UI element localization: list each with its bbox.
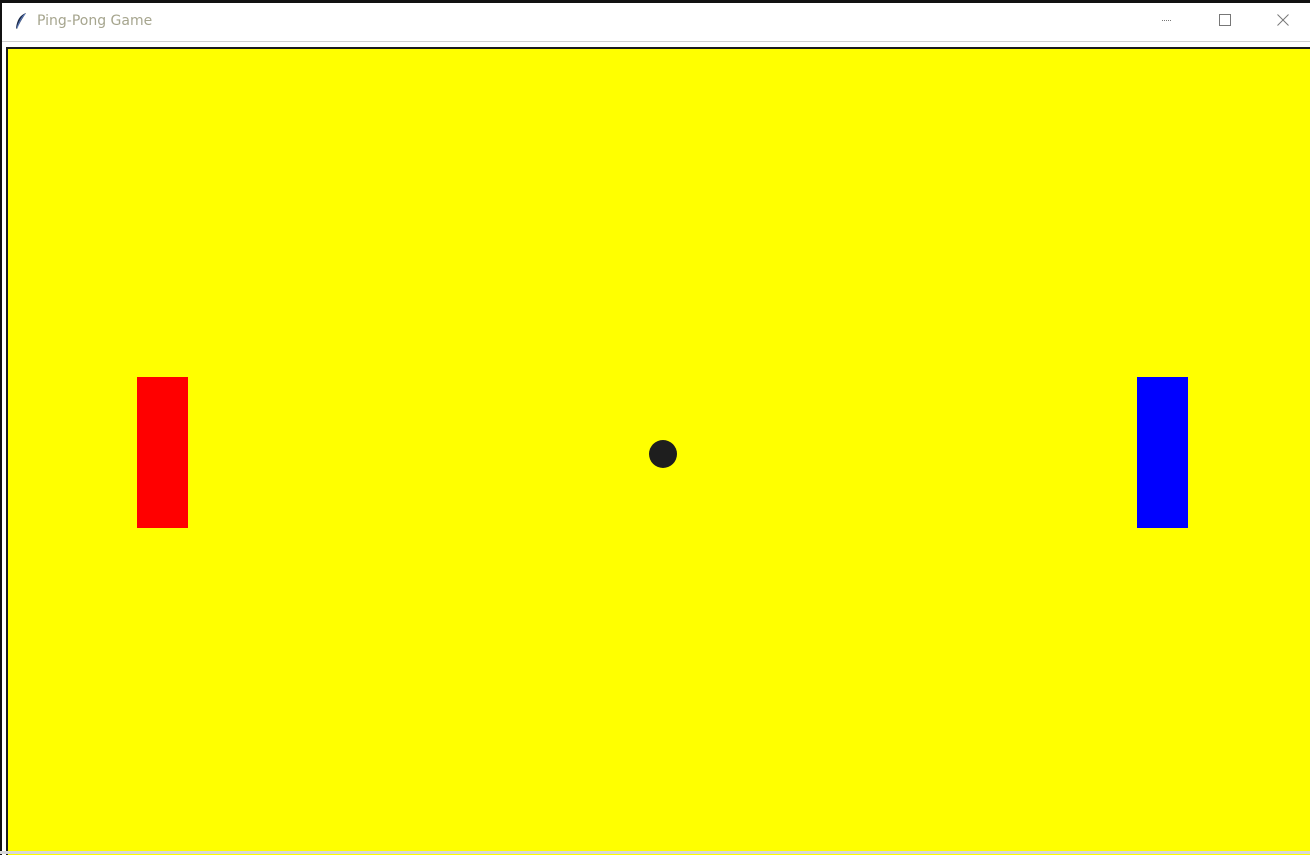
canvas-frame <box>2 41 1310 855</box>
ball <box>649 440 677 468</box>
app-window: Ping-Pong Game <box>0 0 1310 855</box>
minimize-icon <box>1161 13 1173 31</box>
close-icon <box>1277 13 1289 31</box>
game-canvas[interactable] <box>6 47 1310 855</box>
window-title: Ping-Pong Game <box>37 13 153 29</box>
left-paddle <box>137 377 188 528</box>
maximize-icon <box>1219 13 1231 31</box>
feather-icon <box>14 12 28 30</box>
title-bar[interactable]: Ping-Pong Game <box>2 3 1310 41</box>
close-button[interactable] <box>1254 3 1310 41</box>
minimize-button[interactable] <box>1138 3 1196 41</box>
maximize-button[interactable] <box>1196 3 1254 41</box>
right-paddle <box>1137 377 1188 528</box>
